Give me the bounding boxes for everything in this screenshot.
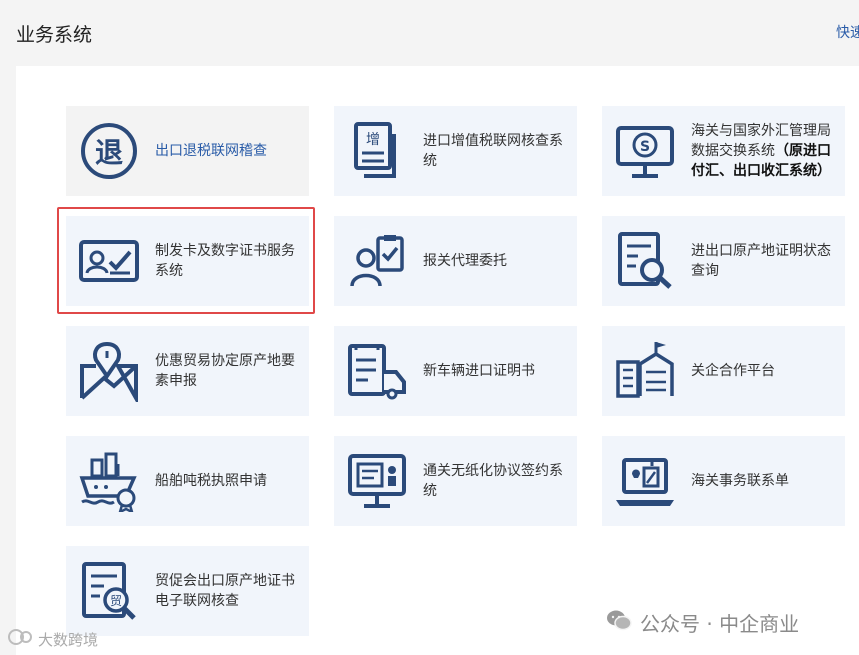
monitor-contract-icon xyxy=(346,450,408,512)
tile-forex[interactable]: S 海关与国家外汇管理局数据交换系统（原进口付汇、出口收汇系统） xyxy=(602,106,845,196)
tile-label: 优惠贸易协定原产地要素申报 xyxy=(155,353,295,389)
quick-link[interactable]: 快速 xyxy=(836,22,859,42)
tile-agent[interactable]: 报关代理委托 xyxy=(334,216,577,306)
wechat-icon xyxy=(606,609,632,636)
header: 业务系统 快速 xyxy=(0,0,859,66)
tile-origin-status[interactable]: 进出口原产地证明状态查询 xyxy=(602,216,845,306)
section-title: 业务系统 xyxy=(16,24,93,46)
tile-label: 贸促会出口原产地证书电子联网核查 xyxy=(155,573,295,609)
selection-highlight xyxy=(57,207,315,314)
tile-contact[interactable]: 海关事务联系单 xyxy=(602,436,845,526)
tile-label: 新车辆进口证明书 xyxy=(423,363,535,379)
tile-paperless[interactable]: 通关无纸化协议签约系统 xyxy=(334,436,577,526)
certificate-search-icon: 贸 xyxy=(78,560,140,622)
tile-vehicle[interactable]: 新车辆进口证明书 xyxy=(334,326,577,416)
brand-watermark: 大数跨境 xyxy=(8,628,98,650)
tile-ccpit[interactable]: 贸 贸促会出口原产地证书电子联网核查 xyxy=(66,546,309,636)
brand-logo-icon xyxy=(8,628,34,650)
building-flag-icon xyxy=(614,340,676,402)
tile-label: 通关无纸化协议签约系统 xyxy=(423,463,563,499)
watermark-text: 公众号 · 中企商业 xyxy=(640,612,800,636)
tile-label: 进口增值税联网核查系统 xyxy=(423,133,563,169)
tile-vat-check[interactable]: 增 进口增值税联网核查系统 xyxy=(334,106,577,196)
ship-badge-icon xyxy=(78,450,140,512)
laptop-document-icon xyxy=(614,450,676,512)
svg-text:S: S xyxy=(640,139,650,155)
tile-label: 进出口原产地证明状态查询 xyxy=(691,243,831,279)
brand-text: 大数跨境 xyxy=(38,630,99,649)
monitor-dollar-icon: S xyxy=(614,120,676,182)
document-search-icon xyxy=(614,230,676,292)
tile-preferential[interactable]: 优惠贸易协定原产地要素申报 xyxy=(66,326,309,416)
tile-label: 关企合作平台 xyxy=(691,363,775,379)
tile-label: 报关代理委托 xyxy=(423,253,507,269)
document-stack-icon: 增 xyxy=(346,120,408,182)
tile-label: 船舶吨税执照申请 xyxy=(155,473,267,489)
tile-tonnage[interactable]: 船舶吨税执照申请 xyxy=(66,436,309,526)
svg-text:贸: 贸 xyxy=(110,594,122,608)
refund-seal-icon: 退 xyxy=(78,120,140,182)
tile-export-refund[interactable]: 退 出口退税联网稽查 xyxy=(66,106,309,196)
tile-label: 出口退税联网稽查 xyxy=(155,143,267,159)
svg-text:退: 退 xyxy=(95,136,123,169)
person-clipboard-icon xyxy=(346,230,408,292)
tile-label: 海关与国家外汇管理局数据交换系统（原进口付汇、出口收汇系统） xyxy=(691,121,839,181)
truck-document-icon xyxy=(346,340,408,402)
tile-cooperation[interactable]: 关企合作平台 xyxy=(602,326,845,416)
map-pin-icon xyxy=(78,340,140,402)
svg-text:增: 增 xyxy=(366,132,380,148)
tile-label: 海关事务联系单 xyxy=(691,473,789,489)
watermark: 公众号 · 中企商业 xyxy=(606,608,799,637)
